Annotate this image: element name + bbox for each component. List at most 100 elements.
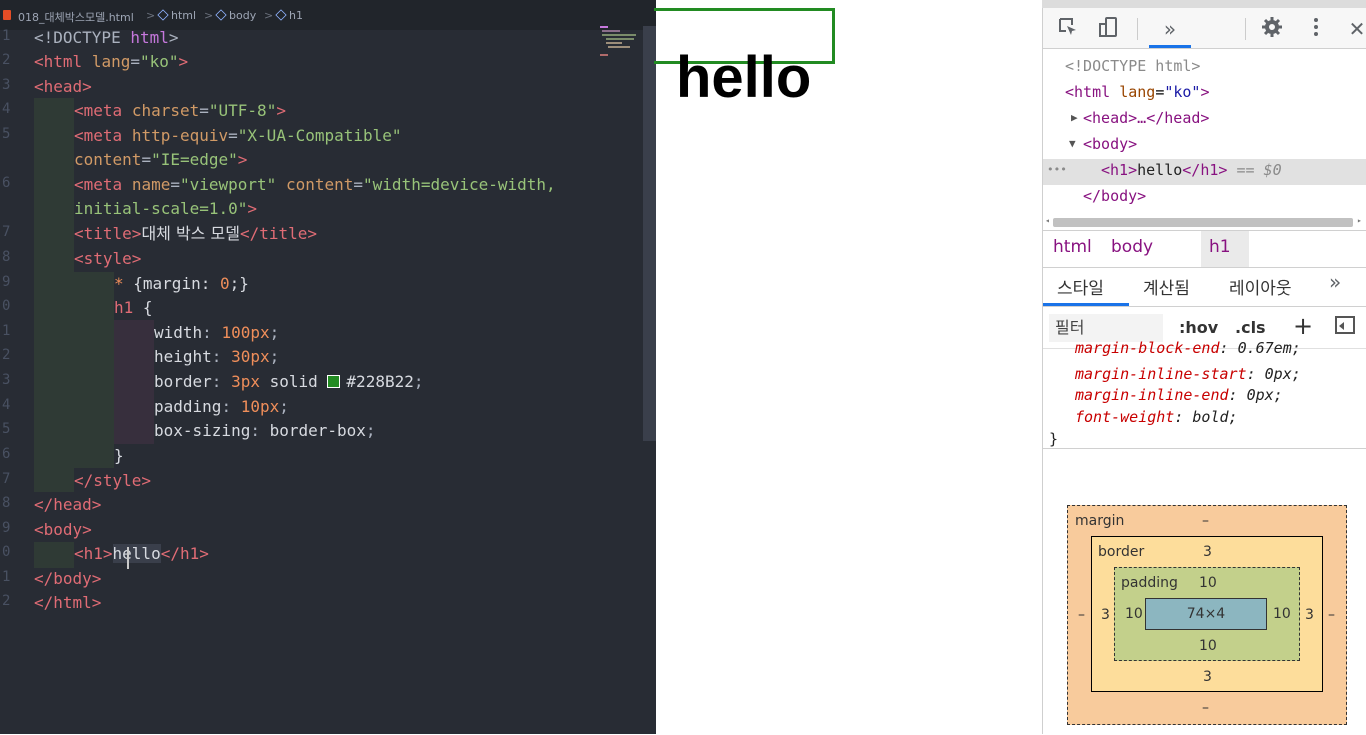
indent-guide	[114, 320, 154, 444]
more-panes-button[interactable]: »	[1329, 270, 1341, 294]
style-declaration[interactable]: margin-block-end: 0.67em;	[1075, 338, 1301, 359]
box-model-padding[interactable]: padding 10 10 10 10 74×4	[1114, 567, 1300, 661]
line-number: 8	[2, 495, 11, 511]
crumb-html[interactable]: html	[1053, 237, 1092, 257]
box-model-content[interactable]: 74×4	[1145, 598, 1267, 630]
border-top-value[interactable]: 3	[1203, 544, 1212, 560]
tree-h1-selected[interactable]: <h1>hello</h1> == $0	[1101, 157, 1282, 183]
crumb-h1[interactable]: h1	[1209, 237, 1231, 257]
margin-right-value[interactable]: –	[1328, 607, 1335, 623]
line-number: 3	[2, 77, 11, 93]
line-number: 1	[2, 28, 11, 44]
code-line: content="IE=edge">	[74, 150, 248, 169]
line-number: 4	[2, 397, 11, 413]
breadcrumb-html[interactable]: html	[157, 9, 196, 22]
elements-horizontal-scrollbar[interactable]	[1053, 218, 1353, 227]
styles-tabs: 스타일 계산됨 레이아웃 »	[1043, 266, 1366, 307]
expand-triangle-icon[interactable]: ▶	[1071, 105, 1078, 131]
tree-doctype[interactable]: <!DOCTYPE html>	[1065, 53, 1200, 79]
close-icon[interactable]: ✕	[1347, 16, 1366, 42]
margin-bottom-value[interactable]: –	[1202, 700, 1209, 716]
margin-label: margin	[1075, 513, 1125, 529]
code-line: <meta charset="UTF-8">	[74, 101, 286, 120]
code-line: <meta http-equiv="X-UA-Compatible"	[74, 126, 402, 145]
line-number: 1	[2, 569, 11, 585]
new-rule-button[interactable]: +	[1293, 312, 1313, 340]
code-line: border: 3px solid #228B22;	[154, 372, 424, 391]
text-cursor	[127, 547, 129, 569]
element-cube-icon	[157, 9, 169, 21]
breadcrumb-separator: >	[146, 9, 156, 22]
line-number: 4	[2, 101, 11, 117]
tree-body-close[interactable]: </body>	[1083, 183, 1146, 209]
breadcrumb-separator: >	[204, 9, 214, 22]
device-toggle-icon[interactable]	[1095, 16, 1121, 42]
tab-layout[interactable]: 레이아웃	[1229, 274, 1292, 299]
code-line: initial-scale=1.0">	[74, 199, 258, 218]
minimap[interactable]	[596, 24, 646, 64]
style-declaration[interactable]: margin-inline-end: 0px;	[1075, 385, 1283, 406]
gear-icon[interactable]	[1259, 16, 1285, 42]
border-right-value[interactable]: 3	[1305, 607, 1314, 623]
styles-pane[interactable]: margin-block-end: 0.67em; margin-inline-…	[1043, 339, 1366, 448]
code-editor[interactable]: 018_대체박스모델.html > html > body > h1 1 2 3…	[0, 0, 656, 734]
crumb-body[interactable]: body	[1111, 237, 1153, 257]
margin-top-value[interactable]: –	[1202, 513, 1209, 529]
more-tabs-button[interactable]: »	[1157, 16, 1183, 42]
tab-computed[interactable]: 계산됨	[1143, 274, 1190, 299]
margin-left-value[interactable]: –	[1078, 607, 1085, 623]
tree-html[interactable]: <html lang="ko">	[1065, 79, 1210, 105]
code-line: box-sizing: border-box;	[154, 421, 376, 440]
box-model-border[interactable]: border 3 3 3 3 padding 10 10 10 10 74×4	[1091, 536, 1323, 692]
code-line: <title>대체 박스 모델</title>	[74, 224, 317, 243]
line-number: 2	[2, 593, 11, 609]
editor-scrollbar[interactable]	[643, 26, 656, 441]
tree-body[interactable]: <body>	[1083, 131, 1137, 157]
border-bottom-value[interactable]: 3	[1203, 669, 1212, 685]
code-line: <style>	[74, 249, 142, 268]
style-declaration[interactable]: margin-inline-start: 0px;	[1075, 364, 1301, 385]
padding-left-value[interactable]: 10	[1125, 606, 1143, 622]
collapse-triangle-icon[interactable]: ▼	[1069, 131, 1076, 157]
indent-guide	[34, 542, 74, 568]
code-line: </head>	[34, 495, 102, 514]
padding-label: padding	[1121, 575, 1178, 591]
code-line: width: 100px;	[154, 323, 280, 342]
kebab-menu-icon[interactable]	[1303, 16, 1329, 42]
cls-toggle[interactable]: .cls	[1235, 318, 1266, 337]
code-line: }	[114, 446, 124, 465]
padding-bottom-value[interactable]: 10	[1199, 638, 1217, 654]
box-model-margin[interactable]: margin – – – – border 3 3 3 3 padding 10…	[1067, 505, 1347, 725]
breadcrumb-separator: >	[264, 9, 274, 22]
scroll-right-arrow-icon[interactable]: ▸	[1357, 216, 1362, 225]
line-number: 2	[2, 347, 11, 363]
toggle-sidebar-icon[interactable]	[1335, 316, 1355, 334]
devtools-panel: » ✕ <!DOCTYPE html> <html lang="ko"> ▶ <…	[1042, 8, 1366, 734]
tab-styles[interactable]: 스타일	[1057, 274, 1104, 299]
padding-top-value[interactable]: 10	[1199, 575, 1217, 591]
inspect-cursor-icon[interactable]	[1055, 16, 1081, 42]
hov-toggle[interactable]: :hov	[1179, 318, 1218, 337]
indent-guide	[74, 272, 114, 468]
line-number: 9	[2, 274, 11, 290]
style-declaration[interactable]: font-weight: bold;	[1075, 407, 1238, 428]
border-left-value[interactable]: 3	[1101, 607, 1110, 623]
node-actions-dots[interactable]: •••	[1047, 157, 1067, 183]
padding-right-value[interactable]: 10	[1273, 606, 1291, 622]
breadcrumb-file[interactable]: 018_대체박스모델.html	[18, 9, 134, 25]
code-line: <body>	[34, 520, 92, 539]
code-line: <meta name="viewport" content="width=dev…	[74, 175, 556, 194]
scroll-left-arrow-icon[interactable]: ◂	[1045, 216, 1050, 225]
breadcrumb-h1[interactable]: h1	[275, 9, 303, 22]
color-swatch[interactable]	[327, 375, 341, 388]
line-number: 0	[2, 298, 11, 314]
box-model-section: margin – – – – border 3 3 3 3 padding 10…	[1043, 448, 1366, 735]
code-line: * {margin: 0;}	[114, 274, 249, 293]
elements-tree[interactable]: <!DOCTYPE html> <html lang="ko"> ▶ <head…	[1043, 48, 1366, 228]
active-tab-indicator	[1043, 303, 1129, 306]
breadcrumb-body[interactable]: body	[215, 9, 256, 22]
tree-head[interactable]: <head>…</head>	[1083, 105, 1209, 131]
line-number: 6	[2, 446, 11, 462]
code-line: h1 {	[114, 298, 153, 317]
code-line: padding: 10px;	[154, 397, 289, 416]
